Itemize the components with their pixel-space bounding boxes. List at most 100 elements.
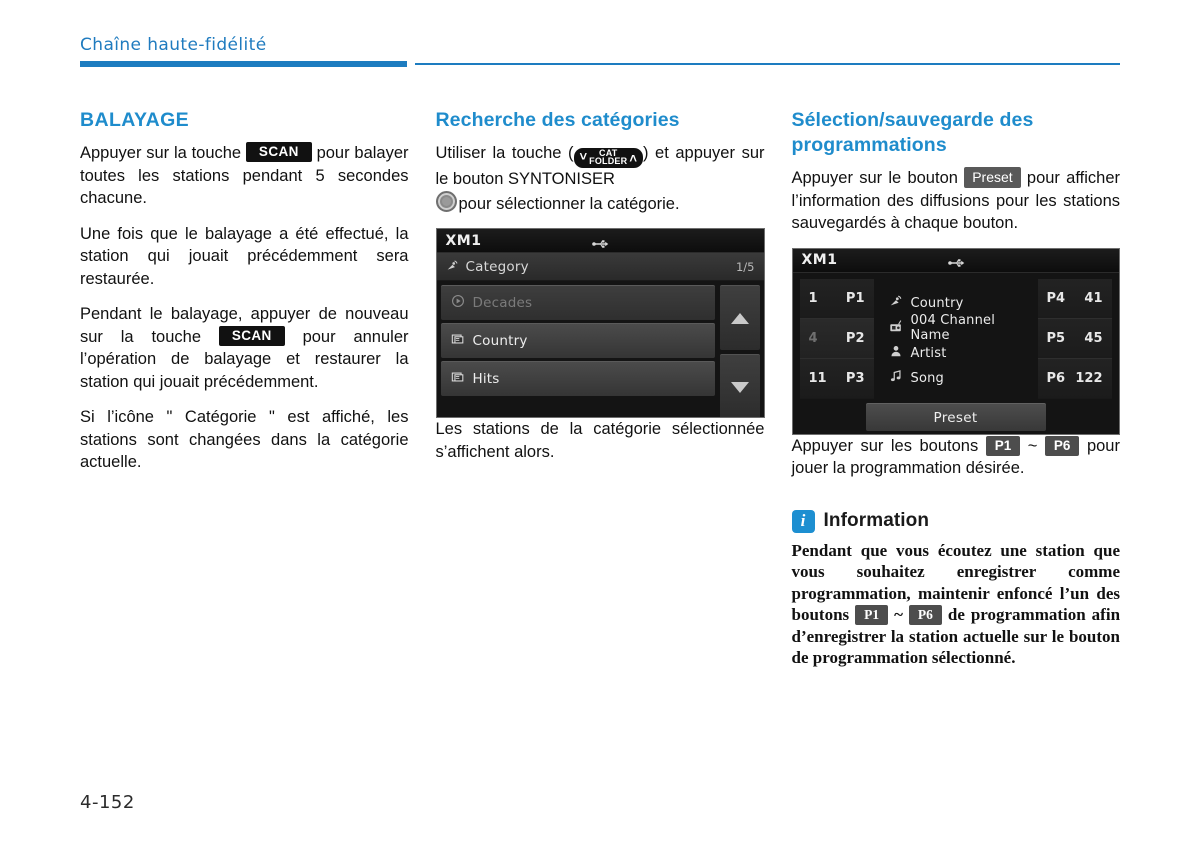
info-row-text: Artist bbox=[910, 345, 947, 361]
paragraph-category-icon: Si l’icône " Catégorie " est affiché, le… bbox=[80, 408, 409, 471]
cat-folder-label-stack: CAT FOLDER bbox=[588, 149, 628, 166]
preset-channel: 122 bbox=[1075, 371, 1103, 387]
satellite-dish-icon bbox=[446, 257, 459, 276]
info-row-song: Song bbox=[889, 367, 1032, 389]
preset-label: P4 bbox=[1046, 290, 1066, 306]
preset-cell-p5[interactable]: P5 45 bbox=[1037, 318, 1112, 360]
paragraph-scan-restore: Une fois que le balayage a été effectué,… bbox=[80, 224, 409, 288]
preset-button[interactable]: Preset bbox=[865, 403, 1046, 431]
info-row-text: Song bbox=[910, 370, 944, 386]
preset-channel: 41 bbox=[1084, 290, 1103, 306]
text-fragment: pour sélectionner la catégorie. bbox=[458, 194, 680, 213]
preset-column-right: P4 41 P5 45 P6 122 bbox=[1037, 278, 1112, 399]
preset-channel: 11 bbox=[808, 371, 827, 387]
folder-label: FOLDER bbox=[589, 156, 628, 166]
preset-label: P6 bbox=[1046, 371, 1066, 387]
info-row-channel: 004 Channel Name bbox=[889, 313, 1032, 343]
information-callout: i Information Pendant que vous écoutez u… bbox=[791, 509, 1121, 669]
radio-icon bbox=[889, 319, 903, 337]
screen-topbar: XM1 bbox=[436, 229, 764, 253]
list-item[interactable]: Hits bbox=[440, 361, 715, 396]
info-icon: i bbox=[791, 509, 815, 533]
category-body: Decades Country Hits bbox=[437, 281, 764, 417]
information-title: Information bbox=[823, 510, 930, 531]
scan-key-badge: SCAN bbox=[218, 325, 285, 346]
preset-channel: 45 bbox=[1084, 330, 1103, 346]
scroll-up-arrow-icon bbox=[730, 312, 749, 324]
scrollbar[interactable] bbox=[719, 285, 760, 417]
list-item[interactable]: Country bbox=[440, 323, 715, 358]
usb-icon bbox=[947, 254, 965, 267]
p6-key-badge: P6 bbox=[1044, 435, 1080, 456]
preset-column-left: 1 P1 4 P2 11 P3 bbox=[799, 278, 874, 399]
header-rule bbox=[80, 61, 1120, 67]
scan-key-badge: SCAN bbox=[245, 142, 312, 162]
list-item[interactable]: Decades bbox=[440, 285, 715, 320]
source-label: XM1 bbox=[801, 252, 838, 268]
tilde-separator: ~ bbox=[1027, 436, 1038, 455]
preset-footer: Preset bbox=[793, 399, 1119, 434]
information-header: i Information bbox=[791, 509, 1121, 533]
paragraph-category-result: Les stations de la catégorie sélectionné… bbox=[435, 420, 765, 461]
category-page-indicator: 1/5 bbox=[735, 259, 755, 274]
preset-cell-p6[interactable]: P6 122 bbox=[1037, 359, 1112, 399]
source-label: XM1 bbox=[445, 232, 482, 249]
paragraph-scan-intro: Appuyer sur la touche SCAN pour balayer … bbox=[80, 142, 409, 210]
column-middle: Recherche des catégories Utiliser la tou… bbox=[435, 108, 765, 669]
folder-icon bbox=[451, 370, 465, 388]
header-rule-thin bbox=[415, 63, 1120, 65]
satellite-dish-icon bbox=[889, 294, 903, 312]
text-fragment: Appuyer sur le bouton bbox=[791, 169, 958, 187]
preset-label: P5 bbox=[1046, 330, 1066, 346]
text-fragment: Utiliser la touche ( bbox=[435, 144, 574, 162]
paragraph-category-search: Utiliser la touche ( ˅ CAT FOLDER ˄ ) et… bbox=[435, 142, 765, 215]
info-row-artist: Artist bbox=[889, 342, 1032, 364]
preset-screen-image: XM1 1 P1 4 P2 11 P3 Country 004 Channel … bbox=[791, 247, 1120, 435]
preset-key-badge: Preset bbox=[964, 167, 1021, 188]
play-circle-icon bbox=[451, 294, 465, 312]
category-screen-image: XM1 Category 1/5 Decades Country Hits bbox=[435, 228, 765, 418]
scroll-down-button[interactable] bbox=[719, 354, 760, 417]
paragraph-preset-play: Appuyer sur les boutons P1 ~ P6 pour jou… bbox=[792, 435, 1121, 480]
preset-label: P2 bbox=[845, 330, 865, 346]
p1-key-badge: P1 bbox=[985, 435, 1021, 456]
section-title-selection-sauvegarde: Sélection/sauvegarde des programmations bbox=[791, 109, 1034, 156]
screen-topbar: XM1 bbox=[792, 248, 1119, 273]
preset-cell-p4[interactable]: P4 41 bbox=[1037, 278, 1112, 319]
preset-channel: 1 bbox=[808, 290, 818, 306]
text-fragment: Appuyer sur les boutons bbox=[791, 436, 979, 455]
tune-knob-icon bbox=[435, 190, 457, 212]
info-row-category: Country bbox=[889, 292, 1032, 314]
chevron-up-icon: ˄ bbox=[629, 151, 637, 166]
list-item-label: Country bbox=[472, 333, 528, 349]
scroll-down-arrow-icon bbox=[730, 381, 749, 393]
section-title-balayage: BALAYAGE bbox=[80, 109, 190, 131]
paragraph-preset-intro: Appuyer sur le bouton Preset pour affich… bbox=[791, 167, 1120, 235]
info-row-text: Country bbox=[910, 295, 964, 311]
preset-cell-p1[interactable]: 1 P1 bbox=[799, 278, 874, 319]
p1-key-badge: P1 bbox=[855, 605, 889, 625]
p6-key-badge: P6 bbox=[908, 605, 942, 625]
category-bar: Category 1/5 bbox=[436, 253, 764, 281]
preset-channel: 4 bbox=[808, 330, 818, 346]
preset-cell-p2[interactable]: 4 P2 bbox=[799, 318, 874, 360]
preset-body: 1 P1 4 P2 11 P3 Country 004 Channel Name… bbox=[793, 273, 1119, 399]
category-list: Decades Country Hits bbox=[440, 285, 715, 417]
tilde-separator: ~ bbox=[894, 605, 903, 624]
chapter-title: Chaîne haute-fidélité bbox=[80, 35, 267, 55]
chevron-down-icon: ˅ bbox=[579, 149, 588, 164]
person-icon bbox=[889, 344, 903, 362]
cat-folder-key-badge: ˅ CAT FOLDER ˄ bbox=[573, 148, 643, 168]
column-right: Sélection/sauvegarde des programmations … bbox=[791, 108, 1121, 669]
list-item-label: Hits bbox=[472, 371, 500, 387]
category-bar-label: Category bbox=[465, 258, 529, 275]
paragraph-scan-cancel: Pendant le balayage, appuyer de nouveau … bbox=[80, 303, 409, 393]
list-item-label: Decades bbox=[472, 295, 533, 311]
scroll-up-button[interactable] bbox=[719, 285, 760, 350]
column-left: BALAYAGE Appuyer sur la touche SCAN pour… bbox=[80, 108, 409, 669]
page-header: Chaîne haute-fidélité bbox=[80, 34, 1120, 67]
information-text: Pendant que vous écoutez une station que… bbox=[792, 540, 1121, 669]
now-playing-info: Country 004 Channel Name Artist Song bbox=[880, 279, 1032, 399]
preset-cell-p3[interactable]: 11 P3 bbox=[799, 359, 874, 399]
info-row-text: 004 Channel Name bbox=[910, 313, 996, 343]
